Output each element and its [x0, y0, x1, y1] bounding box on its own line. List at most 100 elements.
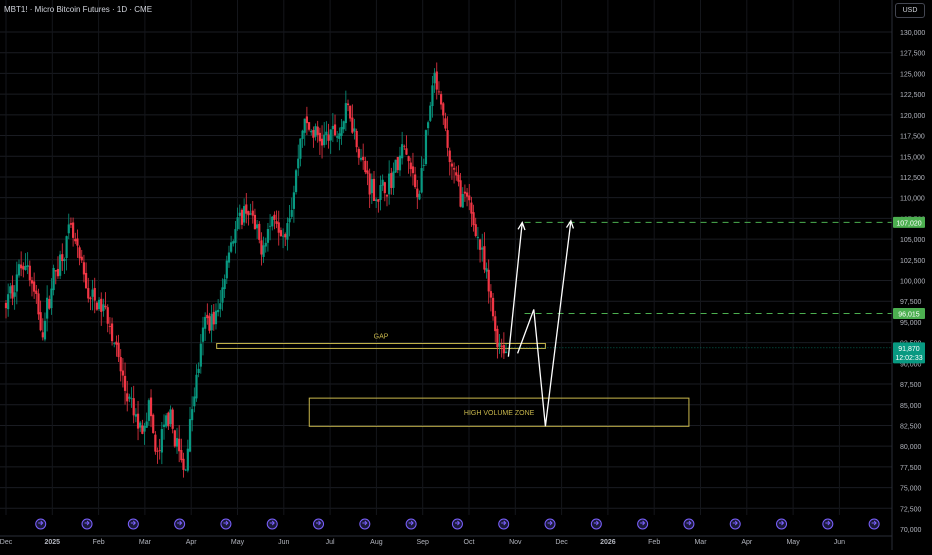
candle-body: [4, 302, 8, 309]
candle-body: [28, 265, 31, 281]
event-marker-icon: [220, 518, 232, 530]
currency-button[interactable]: USD: [895, 3, 925, 18]
candle-body: [431, 85, 434, 107]
gap-zone: [216, 342, 546, 349]
candle-body: [178, 438, 181, 452]
candle-body: [362, 156, 365, 161]
event-marker-icon: [590, 518, 602, 530]
candle-body: [450, 163, 454, 167]
candle-body: [472, 212, 475, 226]
candle-body: [262, 245, 265, 257]
candle-body: [327, 134, 330, 141]
candle-body: [117, 342, 120, 358]
candle-body: [188, 419, 192, 452]
candle-body: [385, 194, 389, 197]
candle-body: [333, 124, 337, 136]
y-tick-label: 115,000: [900, 154, 925, 161]
candlestick-series: [4, 62, 508, 478]
candle-body: [470, 202, 473, 214]
x-tick-label: 2025: [45, 539, 61, 546]
y-tick-label: 102,500: [900, 258, 925, 265]
candle-body: [104, 305, 107, 308]
candle-body: [232, 241, 235, 244]
candle-body: [457, 174, 460, 182]
candle-body: [320, 138, 324, 146]
candle-body: [208, 316, 211, 331]
candle-body: [186, 448, 189, 471]
event-marker-icon: [637, 518, 649, 530]
candle-body: [95, 302, 99, 310]
candle-body: [284, 234, 287, 238]
candle-body: [260, 240, 263, 255]
x-tick-label: Jun: [278, 539, 289, 546]
candle-body: [221, 287, 224, 303]
event-marker-icon: [405, 518, 417, 530]
candle-body: [353, 128, 356, 132]
candle-body: [323, 134, 326, 146]
y-tick-label: 130,000: [900, 30, 925, 37]
candle-body: [193, 396, 196, 407]
candle-body: [39, 312, 42, 331]
y-tick-label: 72,500: [900, 506, 922, 513]
event-marker-icon: [313, 518, 325, 530]
candle-body: [351, 117, 354, 133]
candle-body: [294, 170, 298, 193]
candle-body: [108, 326, 112, 327]
y-tick-label: 122,500: [900, 92, 925, 99]
candle-body: [437, 91, 441, 93]
candle-body: [212, 311, 215, 325]
candle-body: [128, 396, 131, 399]
candle-body: [15, 274, 18, 292]
candle-body: [375, 199, 378, 202]
y-tick-label: 127,500: [900, 51, 925, 58]
candle-body: [502, 345, 505, 354]
candle-body: [411, 166, 415, 174]
candle-body: [204, 316, 207, 329]
candle-body: [401, 144, 404, 159]
candle-body: [76, 238, 79, 246]
candle-body: [394, 159, 397, 173]
candle-body: [247, 211, 250, 216]
candle-body: [442, 103, 445, 116]
event-marker-icon: [776, 518, 788, 530]
candle-body: [435, 71, 438, 90]
candle-body: [433, 72, 436, 84]
chart-area[interactable]: GAP HIGH VOLUME ZONE 130,000 127,500 125,00…: [0, 0, 932, 550]
candle-body: [145, 421, 148, 428]
candle-body: [147, 400, 150, 421]
candle-body: [318, 132, 321, 142]
candle-body: [329, 129, 332, 141]
candle-body: [418, 193, 421, 200]
candle-body: [370, 179, 373, 194]
candle-body: [487, 269, 490, 292]
candle-body: [481, 247, 484, 250]
candle-body: [126, 393, 129, 402]
event-marker-icon: [544, 518, 556, 530]
candle-body: [52, 267, 55, 291]
candle-body: [22, 266, 25, 270]
candle-body: [485, 268, 488, 272]
candle-body: [253, 214, 257, 230]
candle-body: [422, 165, 425, 166]
candle-body: [214, 310, 218, 325]
candle-body: [346, 103, 350, 106]
candle-body: [240, 209, 244, 225]
candle-body: [305, 116, 308, 124]
candle-body: [359, 157, 363, 160]
candle-body: [459, 180, 462, 207]
candle-body: [154, 434, 157, 452]
candle-body: [134, 414, 137, 417]
candle-body: [405, 148, 408, 155]
y-tick-label: 80,000: [900, 444, 922, 451]
grid-lines: [0, 0, 892, 515]
x-tick-label: Feb: [648, 539, 660, 546]
candle-body: [290, 210, 293, 217]
candle-body: [268, 225, 272, 227]
candle-body: [494, 316, 497, 332]
candle-body: [489, 291, 492, 298]
y-tick-label: 75,000: [900, 486, 922, 493]
price-chart[interactable]: GAP HIGH VOLUME ZONE 130,000 127,500 125,00…: [0, 0, 932, 550]
candle-body: [476, 236, 479, 238]
candle-body: [390, 172, 393, 188]
x-tick-label: Sep: [416, 539, 429, 546]
